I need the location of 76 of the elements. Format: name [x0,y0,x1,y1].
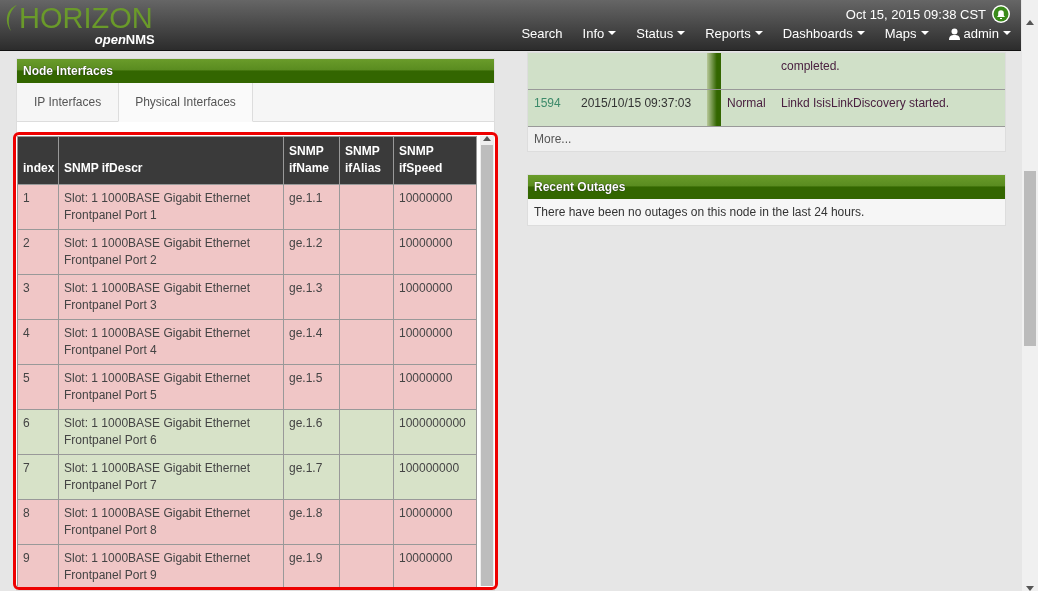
more-link[interactable]: More... [528,127,1005,151]
table-cell: ge.1.2 [283,229,340,275]
column-header: SNMP ifName [283,136,340,185]
table-cell: ge.1.3 [283,274,340,320]
page-scrollbar[interactable] [1022,0,1038,591]
scroll-up-icon[interactable] [483,136,491,141]
table-cell: Slot: 1 1000BASE Gigabit Ethernet Frontpanel Port 7 [58,454,284,500]
table-cell: ge.1.4 [283,319,340,365]
caret-icon [920,31,929,36]
table-cell: 10000000 [393,364,477,410]
table-cell: 2 [17,229,59,275]
nav-menu-item[interactable]: Info [582,26,617,41]
table-cell: ge.1.7 [283,454,340,500]
nav-menu-item[interactable]: Status [636,26,686,41]
table-cell: Slot: 1 1000BASE Gigabit Ethernet Frontpanel Port 1 [58,184,284,230]
caret-icon [856,31,865,36]
table-cell: 6 [17,409,59,455]
nav-menu-item[interactable]: Maps [884,26,929,41]
swoosh-icon [4,4,18,32]
column-header: SNMP ifSpeed [393,136,477,185]
date-time: Oct 15, 2015 09:38 CST [845,6,986,22]
bell-icon[interactable] [991,4,1011,24]
table-cell: 10000000 [393,274,477,320]
table-cell: 1000000000 [393,409,477,455]
event-time: 2015/10/15 09:37:03 [580,95,693,112]
table-cell: 4 [17,319,59,365]
table-cell: Slot: 1 1000BASE Gigabit Ethernet Frontpanel Port 4 [58,319,284,365]
caret-icon [1003,31,1011,36]
caret-icon [677,31,686,36]
severity-bar [707,53,721,89]
table-cell: 10000000 [393,499,477,545]
scroll-up-icon[interactable] [1026,20,1034,25]
table-cell: 10000000 [393,184,477,230]
scrollbar[interactable] [480,136,494,586]
table-cell: Slot: 1 1000BASE Gigabit Ethernet Frontpanel Port 3 [58,274,284,320]
table-cell: ge.1.5 [283,364,340,410]
severity-bar [707,90,721,126]
column-header: SNMP ifAlias [339,136,394,185]
event-message: Linkd IsisLinkDiscovery started. [780,95,951,112]
nav-menu-item[interactable]: admin [948,26,1011,41]
table-cell: 3 [17,274,59,320]
tab[interactable]: IP Interfaces [17,83,119,122]
event-severity: Normal [726,95,767,112]
scroll-down-icon[interactable] [1026,586,1034,591]
table-cell: ge.1.1 [283,184,340,230]
table-cell: Slot: 1 1000BASE Gigabit Ethernet Frontpanel Port 8 [58,499,284,545]
event-message: completed. [780,58,841,75]
table-cell: 1 [17,184,59,230]
scrollbar-thumb[interactable] [1024,171,1036,346]
table-cell: 9 [17,544,59,587]
nav-menu-item[interactable]: Search [521,26,563,41]
table-cell: 8 [17,499,59,545]
column-header: index [17,136,59,185]
table-cell: 10000000 [393,229,477,275]
table-cell: 10000000 [393,319,477,365]
nav-menu-item[interactable]: Dashboards [782,26,865,41]
logo-subtitle: openNMS [94,33,155,47]
table-cell: ge.1.8 [283,499,340,545]
logo-title: HORIZON [19,4,153,33]
caret-icon [754,31,763,36]
nav-menu-item[interactable]: Reports [705,26,763,41]
table-cell: Slot: 1 1000BASE Gigabit Ethernet Frontpanel Port 6 [58,409,284,455]
column-header: SNMP ifDescr [58,136,284,185]
panel-title: Recent Outages [528,175,1005,199]
outages-message: There have been no outages on this node in the last 24 hours. [533,204,866,221]
user-icon [948,27,960,40]
table-cell: 7 [17,454,59,500]
logo[interactable]: HORIZON openNMS [0,0,153,50]
caret-icon [608,31,617,36]
table-cell: ge.1.6 [283,409,340,455]
tab[interactable]: Physical Interfaces [118,83,253,122]
table-cell: 100000000 [393,454,477,500]
table-cell: Slot: 1 1000BASE Gigabit Ethernet Frontpanel Port 5 [58,364,284,410]
table-cell: 5 [17,364,59,410]
panel-title: Node Interfaces [17,59,494,83]
table-cell: Slot: 1 1000BASE Gigabit Ethernet Frontpanel Port 2 [58,229,284,275]
